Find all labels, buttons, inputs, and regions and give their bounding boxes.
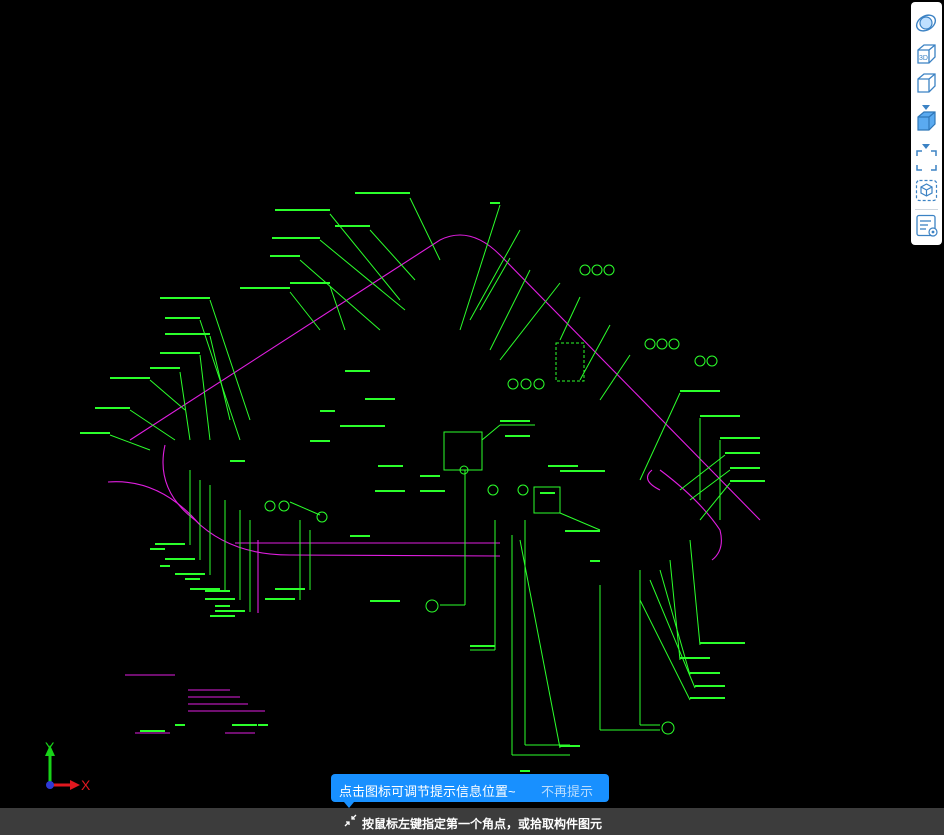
- fit-view-icon: [916, 150, 937, 171]
- dont-show-again-link[interactable]: 不再提示: [541, 781, 593, 800]
- ucs-axis-indicator: Y X: [45, 739, 91, 793]
- annotation-labels: [80, 192, 765, 772]
- solid-view-button[interactable]: [914, 109, 939, 134]
- shrink-arrows-icon[interactable]: [343, 813, 358, 828]
- tooltip-message: 点击图标可调节提示信息位置~: [339, 784, 516, 799]
- y-axis-label: Y: [45, 739, 55, 755]
- x-axis-label: X: [81, 777, 91, 793]
- solid-box-icon: [917, 111, 936, 131]
- svg-text:3D: 3D: [919, 55, 928, 62]
- toolbar-divider: [915, 209, 938, 210]
- properties-panel-button[interactable]: [914, 213, 939, 238]
- cad-drawing[interactable]: Y X: [0, 0, 944, 808]
- orbit-button[interactable]: [914, 11, 939, 36]
- wireframe-box-icon: [917, 73, 936, 93]
- wireframe-view-button[interactable]: [914, 71, 939, 96]
- wireframe-dropdown-arrow[interactable]: [922, 98, 930, 110]
- properties-panel-icon: [916, 214, 938, 237]
- component-select-icon: [915, 179, 938, 202]
- 3d-view-button[interactable]: 3D: [914, 42, 939, 67]
- orbit-icon: [915, 14, 937, 32]
- fit-view-button[interactable]: [914, 148, 939, 173]
- component-select-button[interactable]: [914, 178, 939, 203]
- solid-dropdown-arrow[interactable]: [922, 137, 930, 149]
- cad-viewport[interactable]: Y X: [0, 0, 944, 808]
- axis-origin: [46, 781, 54, 789]
- hint-tooltip: 点击图标可调节提示信息位置~ 不再提示: [331, 774, 609, 808]
- magenta-curves: [107, 234, 761, 734]
- cad-symbols: [264, 264, 718, 735]
- view-toolbar: 3D: [911, 2, 942, 245]
- status-prompt: 按鼠标左键指定第一个角点，或拾取构件图元: [362, 817, 603, 831]
- 3d-view-icon: 3D: [917, 44, 936, 64]
